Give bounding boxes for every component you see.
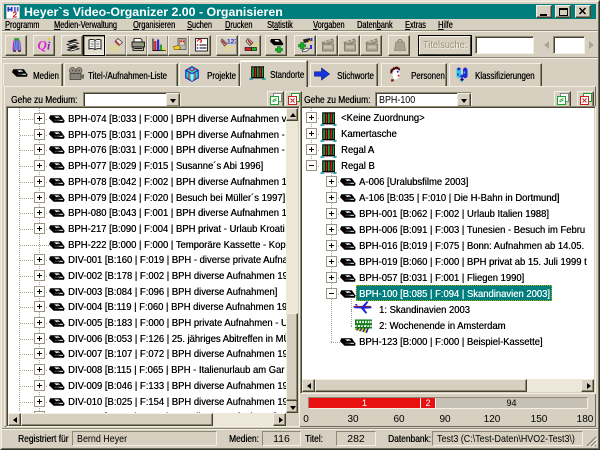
- svg-text:123: 123: [227, 39, 236, 46]
- svg-text:Q: Q: [38, 38, 48, 53]
- svg-text:i: i: [47, 39, 51, 53]
- svg-text:2: 2: [13, 9, 18, 18]
